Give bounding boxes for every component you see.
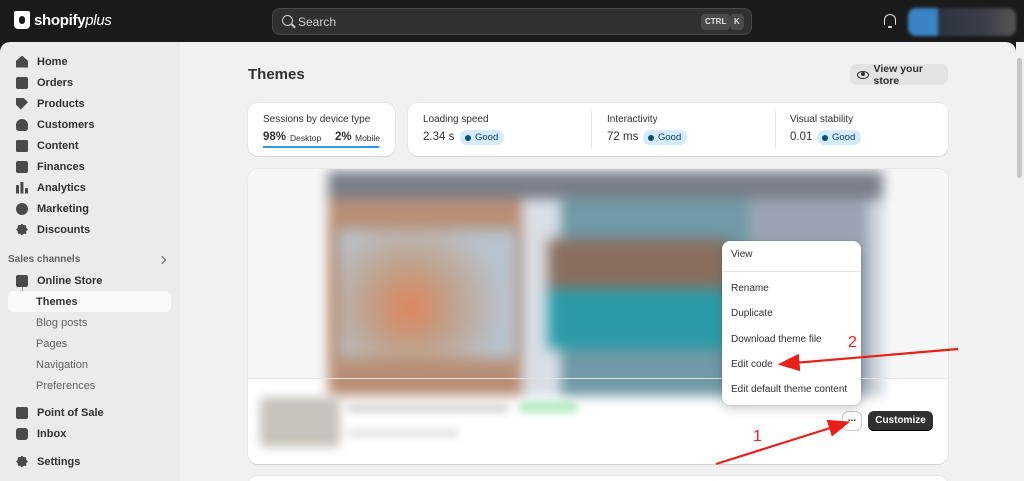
- content-icon: [16, 139, 28, 152]
- sidebar-item-blog-posts[interactable]: Blog posts: [8, 312, 171, 333]
- sales-channels-label: Sales channels: [8, 254, 81, 265]
- sidebar-item-navigation[interactable]: Navigation: [8, 354, 171, 375]
- sidebar-item-settings[interactable]: Settings: [8, 451, 171, 472]
- divider: [775, 111, 776, 148]
- divider: [591, 111, 592, 148]
- menu-item-duplicate[interactable]: Duplicate: [731, 308, 773, 319]
- target-icon: [16, 202, 28, 215]
- divider: [722, 271, 861, 272]
- shortcut-ctrl: CTRL: [701, 14, 731, 30]
- shopify-plus-logo[interactable]: shopifyplus: [14, 11, 112, 29]
- sidebar-item-products[interactable]: Products: [8, 93, 171, 114]
- bank-icon: [16, 160, 28, 173]
- search-input[interactable]: Search CTRL K: [272, 8, 752, 35]
- inbox-icon: [16, 427, 28, 440]
- menu-item-rename[interactable]: Rename: [731, 283, 769, 294]
- search-placeholder: Search: [298, 15, 337, 29]
- sidebar-item-discounts[interactable]: Discounts: [8, 219, 171, 240]
- top-bar: shopifyplus Search CTRL K: [0, 0, 1024, 42]
- theme-preview-image: [338, 229, 518, 359]
- interactivity-title: Interactivity: [607, 114, 658, 125]
- orders-icon: [16, 76, 28, 89]
- theme-thumbnail: [260, 397, 340, 447]
- sidebar-item-analytics[interactable]: Analytics: [8, 177, 171, 198]
- sidebar-item-home[interactable]: Home: [8, 51, 171, 72]
- annotation-step-2: 2: [848, 334, 857, 351]
- theme-meta-blurred: [348, 429, 458, 437]
- shopify-bag-icon: [14, 11, 30, 29]
- menu-item-edit-default-content[interactable]: Edit default theme content: [731, 384, 847, 395]
- store-icon: [16, 274, 28, 287]
- sidebar-item-themes[interactable]: Themes: [8, 291, 171, 312]
- logo-text: shopifyplus: [34, 11, 112, 29]
- sidebar-item-preferences[interactable]: Preferences: [8, 375, 171, 396]
- loading-speed-value: 2.34 s: [423, 131, 455, 143]
- menu-item-edit-code[interactable]: Edit code: [731, 359, 773, 370]
- view-store-button[interactable]: View your store: [850, 63, 948, 87]
- account-menu[interactable]: [908, 8, 1016, 36]
- sidebar-item-pages[interactable]: Pages: [8, 333, 171, 354]
- loading-speed-title: Loading speed: [423, 114, 489, 125]
- sidebar-item-marketing[interactable]: Marketing: [8, 198, 171, 219]
- annotation-step-1: 1: [753, 428, 762, 445]
- visual-stability-title: Visual stability: [790, 114, 854, 125]
- person-icon: [16, 118, 28, 131]
- pos-icon: [16, 406, 28, 419]
- customize-button[interactable]: Customize: [868, 411, 933, 431]
- gear-icon: [16, 455, 28, 468]
- sidebar-item-customers[interactable]: Customers: [8, 114, 171, 135]
- more-actions-button[interactable]: ...: [842, 411, 862, 431]
- sidebar-item-online-store[interactable]: Online Store: [8, 270, 171, 291]
- desktop-progress-fill: [263, 146, 379, 148]
- desktop-percent: 98%: [263, 131, 287, 143]
- sidebar-item-orders[interactable]: Orders: [8, 72, 171, 93]
- status-badge: Good: [460, 130, 505, 145]
- sidebar-item-finances[interactable]: Finances: [8, 156, 171, 177]
- theme-library-card: [248, 476, 948, 481]
- sidebar-item-inbox[interactable]: Inbox: [8, 423, 171, 444]
- sidebar-item-point-of-sale[interactable]: Point of Sale: [8, 402, 171, 423]
- visual-stability-value: 0.01: [790, 131, 813, 143]
- desktop-label: Desktop: [290, 133, 322, 143]
- sessions-title: Sessions by device type: [263, 114, 371, 125]
- live-badge-blurred: [518, 401, 578, 413]
- status-dot-icon: [822, 134, 828, 141]
- tag-icon: [16, 97, 28, 110]
- theme-preview-image: [548, 239, 728, 349]
- bar-chart-icon: [16, 181, 28, 194]
- search-icon: [282, 15, 293, 26]
- scrollbar-thumb[interactable]: [1017, 58, 1022, 178]
- eye-icon: [857, 70, 869, 79]
- menu-item-view[interactable]: View: [731, 249, 753, 260]
- theme-actions-menu: View Rename Duplicate Download theme fil…: [722, 241, 861, 405]
- interactivity-value: 72 ms: [607, 131, 639, 143]
- status-badge: Good: [817, 130, 862, 145]
- mobile-label: Mobile: [355, 133, 381, 143]
- status-dot-icon: [465, 134, 471, 141]
- status-dot-icon: [648, 134, 654, 141]
- theme-name-blurred: [348, 403, 508, 413]
- page-title: Themes: [248, 66, 305, 83]
- bell-icon[interactable]: [884, 14, 896, 28]
- sidebar-item-content[interactable]: Content: [8, 135, 171, 156]
- mobile-percent: 2%: [335, 131, 352, 143]
- discount-icon: [16, 223, 28, 236]
- menu-item-download-theme[interactable]: Download theme file: [731, 334, 822, 345]
- shortcut-k: K: [730, 14, 744, 30]
- status-badge: Good: [643, 130, 688, 145]
- sessions-card: Sessions by device type 98% Desktop 2% M…: [248, 103, 395, 156]
- web-vitals-card: Loading speed 2.34 s Good Interactivity …: [408, 103, 948, 156]
- home-icon: [16, 55, 28, 68]
